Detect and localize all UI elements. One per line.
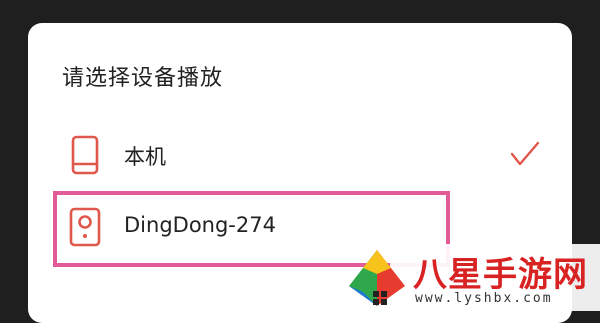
device-option-label: 本机 <box>124 145 166 169</box>
dialog-title: 请选择设备播放 <box>62 66 224 91</box>
watermark-url: www.lyshbx.com <box>415 291 553 306</box>
checkmark-icon <box>510 141 540 166</box>
watermark: 八星手游网 www.lyshbx.com <box>345 244 600 311</box>
phone-icon <box>71 135 99 175</box>
watermark-name: 八星手游网 <box>413 255 588 295</box>
device-option-local[interactable]: 本机 <box>28 123 572 187</box>
grid-icon <box>373 291 387 305</box>
